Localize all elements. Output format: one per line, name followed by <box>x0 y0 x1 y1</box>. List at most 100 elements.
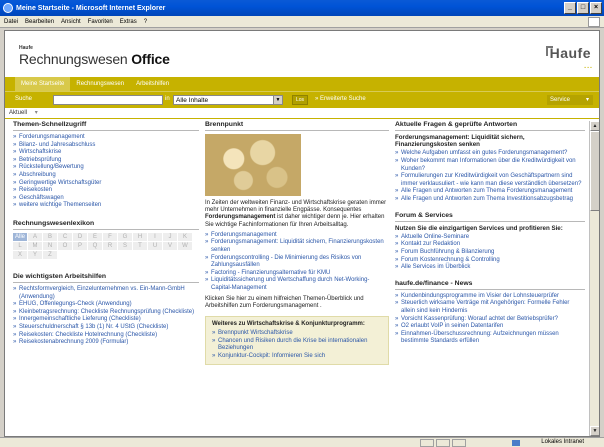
lexikon-letter[interactable]: O <box>58 241 72 250</box>
menu-help[interactable]: ? <box>144 19 147 25</box>
lexikon-letter[interactable]: Z <box>43 250 57 259</box>
lexikon-letter[interactable]: V <box>163 241 177 250</box>
list-item[interactable]: Reisekostenabrechnung 2009 (Formular) <box>13 339 199 347</box>
list-item[interactable]: Brennpunkt Wirtschaftskrise <box>212 330 382 338</box>
list-item[interactable]: Forderungsmanagement: Liquidität sichern… <box>205 239 389 254</box>
search-scope-select[interactable]: Alle Inhalte ▼ <box>173 95 283 105</box>
list-item[interactable]: Innergemeinschaftliche Lieferung (Checkl… <box>13 316 199 324</box>
maximize-button[interactable]: □ <box>577 2 589 14</box>
lexikon-letter[interactable]: F <box>103 232 117 241</box>
list-item[interactable]: Alle Fragen und Antworten zum Thema Inve… <box>395 196 585 204</box>
list-item[interactable]: Geschäftswagen <box>13 195 199 203</box>
list-item[interactable]: Kontakt zur Redaktion <box>395 241 585 249</box>
list-item[interactable]: Alle Fragen und Antworten zum Thema Ford… <box>395 188 585 196</box>
lexikon-letter[interactable]: L <box>13 241 27 250</box>
lexikon-letter[interactable]: N <box>43 241 57 250</box>
arbeitshilfen-section: Die wichtigsten Arbeitshilfen Rechtsform… <box>13 273 199 347</box>
list-item[interactable]: Reisekosten: Checkliste Hotelrechnung (C… <box>13 332 199 340</box>
brennpunkt-heading: Brennpunkt <box>205 121 389 131</box>
lexikon-letter[interactable]: Q <box>88 241 102 250</box>
aktuell-dropdown[interactable]: Aktuell ▾ <box>5 108 599 119</box>
list-item[interactable]: Steuerlich wirksame Verträge mit Angehör… <box>395 300 585 315</box>
tab-arbeitshilfen[interactable]: Arbeitshilfen <box>130 77 175 91</box>
search-input[interactable] <box>53 95 163 105</box>
list-item[interactable]: Chancen und Risiken durch die Krise bei … <box>212 338 382 353</box>
lexikon-letter[interactable]: K <box>178 232 192 241</box>
list-item[interactable]: Kleinbetragsrechnung: Checkliste Rechnun… <box>13 309 199 317</box>
lexikon-letter[interactable]: W <box>178 241 192 250</box>
list-item[interactable]: Formulierungen zur Kreditwürdigkeit von … <box>395 173 585 188</box>
tab-meine-startseite[interactable]: Meine Startseite <box>15 77 71 91</box>
vertical-scrollbar[interactable]: ▲ ▼ <box>589 121 599 436</box>
list-item[interactable]: Wirtschaftskrise <box>13 149 199 157</box>
list-item[interactable]: Abschreibung <box>13 172 199 180</box>
lexikon-letter[interactable]: G <box>118 232 132 241</box>
list-item[interactable]: Betriebsprüfung <box>13 157 199 165</box>
lexikon-letter[interactable]: D <box>73 232 87 241</box>
ie-icon <box>3 3 13 13</box>
lexikon-letter[interactable]: R <box>103 241 117 250</box>
list-item[interactable]: Alle Services im Überblick <box>395 264 585 272</box>
haufe-logo[interactable]: Haufe ... <box>545 45 592 70</box>
list-item[interactable]: Forderungsmanagement <box>205 232 389 240</box>
menu-edit[interactable]: Bearbeiten <box>25 19 54 25</box>
extended-search-link[interactable]: » Erweiterte Suche <box>315 96 366 102</box>
lexikon-letter[interactable]: E <box>88 232 102 241</box>
lexikon-letter[interactable]: Alle <box>13 232 27 241</box>
list-item[interactable]: Factoring - Finanzierungsalternative für… <box>205 270 389 278</box>
brand-title[interactable]: Rechnungswesen Office <box>19 51 170 67</box>
list-item[interactable]: Woher bekommt man Informationen über die… <box>395 158 585 173</box>
lexikon-letter[interactable]: H <box>133 232 147 241</box>
forum-heading: Forum & Services <box>395 212 585 222</box>
list-item[interactable]: Rechtsformvergleich, Einzelunternehmen v… <box>13 286 199 301</box>
list-item[interactable]: Forderungscontrolling - Die Minimierung … <box>205 255 389 270</box>
lexikon-letter[interactable]: J <box>163 232 177 241</box>
tab-rechnungswesen[interactable]: Rechnungswesen <box>70 77 130 91</box>
scroll-up-icon[interactable]: ▲ <box>590 121 599 131</box>
list-item[interactable]: Bilanz- und Jahresabschluss <box>13 142 199 150</box>
lexikon-letter[interactable]: S <box>118 241 132 250</box>
lexikon-letter[interactable]: I <box>148 232 162 241</box>
close-button[interactable]: × <box>590 2 602 14</box>
list-item[interactable]: Einnahmen-Überschussrechnung: Aufzeichnu… <box>395 331 585 346</box>
list-item[interactable]: Rückstellung/Bewertung <box>13 164 199 172</box>
service-dropdown[interactable]: Service ▾ <box>547 95 593 105</box>
arbeitshilfen-heading: Die wichtigsten Arbeitshilfen <box>13 273 199 283</box>
search-go-button[interactable]: Los <box>292 95 308 105</box>
lexikon-letter[interactable]: C <box>58 232 72 241</box>
list-item[interactable]: O2 erlaubt VoIP in seinen Datentarifen <box>395 323 585 331</box>
list-item[interactable]: Vorsicht Kassenprüfung: Worauf achtet de… <box>395 316 585 324</box>
search-label: Suche <box>15 96 33 102</box>
menu-favorites[interactable]: Favoriten <box>88 19 113 25</box>
list-item[interactable]: Geringwertige Wirtschaftsgüter <box>13 180 199 188</box>
lexikon-letter[interactable]: P <box>73 241 87 250</box>
lexikon-letter[interactable]: T <box>133 241 147 250</box>
menu-tools[interactable]: Extras <box>120 19 137 25</box>
list-item[interactable]: Welche Aufgaben umfasst ein gutes Forder… <box>395 150 585 158</box>
list-item[interactable]: Kundenbindungsprogramme im Visier der Lo… <box>395 293 585 301</box>
list-item[interactable]: Steuerschuldnerschaft § 13b (1) Nr. 4 US… <box>13 324 199 332</box>
list-item[interactable]: Konjunktur-Cockpit: Informieren Sie sich <box>212 353 382 361</box>
menu-view[interactable]: Ansicht <box>61 19 81 25</box>
list-item[interactable]: Forum Kostenrechnung & Controlling <box>395 257 585 265</box>
minimize-button[interactable]: _ <box>564 2 576 14</box>
list-item[interactable]: Forderungsmanagement <box>13 134 199 142</box>
lexikon-letter[interactable]: B <box>43 232 57 241</box>
list-item[interactable]: EHUG, Offenlegungs-Check (Anwendung) <box>13 301 199 309</box>
lexikon-letter[interactable]: M <box>28 241 42 250</box>
faq-list: Welche Aufgaben umfasst ein gutes Forder… <box>395 150 585 203</box>
lexikon-letter[interactable]: Y <box>28 250 42 259</box>
lexikon-letter[interactable]: U <box>148 241 162 250</box>
status-segment <box>420 439 434 447</box>
service-label: Service <box>550 97 571 103</box>
list-item[interactable]: weitere wichtige Themenseiten <box>13 202 199 210</box>
scroll-thumb[interactable] <box>590 131 599 211</box>
lexikon-letter[interactable]: A <box>28 232 42 241</box>
list-item[interactable]: Forum Buchführung & Bilanzierung <box>395 249 585 257</box>
list-item[interactable]: Reisekosten <box>13 187 199 195</box>
scroll-down-icon[interactable]: ▼ <box>590 426 599 436</box>
lexikon-letter[interactable]: X <box>13 250 27 259</box>
list-item[interactable]: Liquiditätssicherung und Wertschaffung d… <box>205 277 389 292</box>
list-item[interactable]: Aktuelle Online-Seminare <box>395 234 585 242</box>
menu-file[interactable]: Datei <box>4 19 18 25</box>
